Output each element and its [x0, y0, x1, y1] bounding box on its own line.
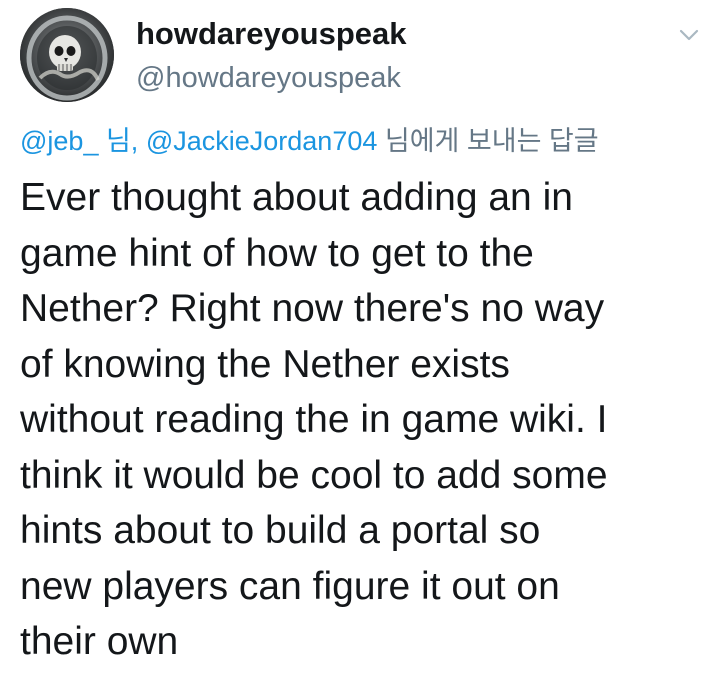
tweet-text-line: hints about to build a portal so — [20, 509, 541, 552]
mention-link[interactable]: @JackieJordan704 — [146, 126, 378, 156]
tweet-text-line: without reading the in game wiki. I — [20, 398, 608, 441]
reply-suffix: 님에게 보내는 답글 — [377, 126, 599, 156]
tweet-text-line: Nether? Right now there's no way — [20, 287, 605, 330]
display-name[interactable]: howdareyouspeak — [136, 14, 406, 54]
tweet-text-line: of knowing the Nether exists — [20, 342, 510, 386]
tweet-text-line: think it would be cool to add some — [20, 453, 608, 497]
chevron-down-icon — [679, 29, 699, 41]
avatar[interactable] — [20, 8, 114, 102]
more-options-button[interactable] — [672, 20, 706, 50]
tweet-text: Ever thought about adding an in game hin… — [20, 170, 710, 670]
tweet-text-line: Ever thought about adding an in — [20, 176, 573, 219]
skull-avatar-icon — [20, 8, 114, 102]
tweet-card: howdareyouspeak @howdareyouspeak @jeb_ 님… — [0, 0, 720, 681]
tweet-text-line: game hint of how to get to the — [20, 231, 534, 275]
tweet-text-line: their own — [20, 620, 179, 663]
user-handle[interactable]: @howdareyouspeak — [136, 58, 401, 98]
tweet-text-line: new players can figure it out on — [20, 564, 560, 608]
reply-separator: 님, — [98, 126, 146, 156]
replying-to-line: @jeb_ 님, @JackieJordan704 님에게 보내는 답글 — [20, 121, 599, 161]
mention-link[interactable]: @jeb_ — [20, 126, 98, 156]
